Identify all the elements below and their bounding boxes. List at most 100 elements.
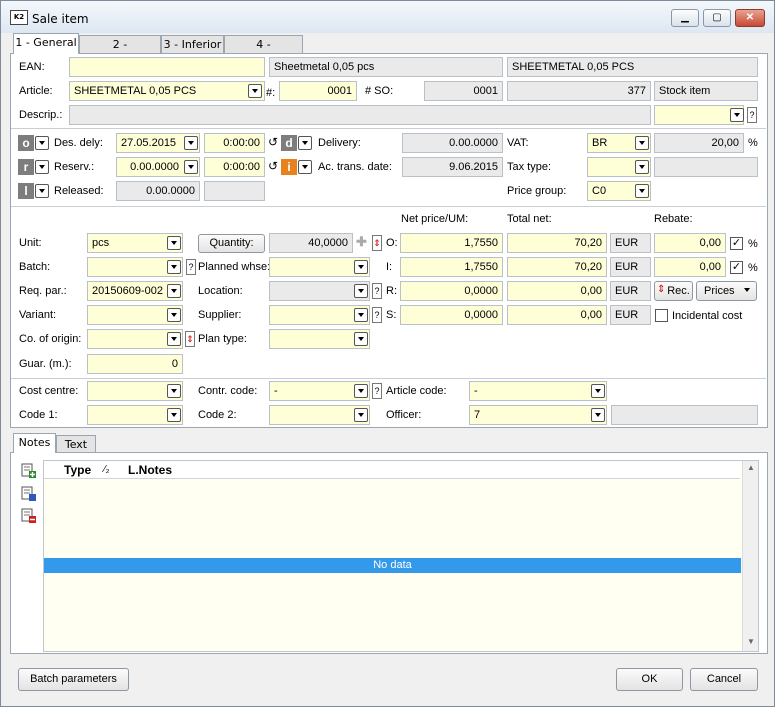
rebate-i-checkbox[interactable]: ✓ <box>730 261 743 274</box>
plan-type-label: Plan type: <box>198 333 247 345</box>
i-square-icon[interactable]: i <box>281 159 297 175</box>
rebate-o-input[interactable]: 0,00 <box>654 233 726 253</box>
des-dely-label: Des. dely: <box>54 137 103 149</box>
net-price-r-input[interactable]: 0,0000 <box>400 281 503 301</box>
cost-centre-dropdown-icon[interactable] <box>167 384 181 398</box>
variant-label: Variant: <box>19 309 57 321</box>
rebate-i-input[interactable]: 0,00 <box>654 257 726 277</box>
app-icon: K2 <box>10 10 28 25</box>
delete-note-icon[interactable] <box>21 508 36 523</box>
total-net-o-input[interactable]: 70,20 <box>507 233 607 253</box>
r-dropdown-icon[interactable] <box>35 160 49 174</box>
prices-dropdown-icon[interactable] <box>741 284 755 298</box>
column-type[interactable]: Type <box>64 463 91 477</box>
plan-type-dropdown-icon[interactable] <box>354 332 368 346</box>
so-field: 0001 <box>424 81 503 101</box>
price-group-dropdown-icon[interactable] <box>635 184 649 198</box>
tab-parameters[interactable]: 2 - Parameters <box>79 35 161 69</box>
reserv-calendar-icon[interactable] <box>184 160 198 174</box>
scroll-down-icon[interactable]: ▼ <box>747 637 755 646</box>
variant-dropdown-icon[interactable] <box>167 308 181 322</box>
d-square-icon[interactable]: d <box>281 135 297 151</box>
req-par-dropdown-icon[interactable] <box>167 284 181 298</box>
quantity-button[interactable]: Quantity: <box>198 234 265 253</box>
total-net-s-input[interactable]: 0,00 <box>507 305 607 325</box>
batch-parameters-button[interactable]: Batch parameters <box>18 668 129 691</box>
d-dropdown-icon[interactable] <box>298 136 312 150</box>
net-price-s-input[interactable]: 0,0000 <box>400 305 503 325</box>
reset-icon[interactable]: ↺ <box>268 135 278 149</box>
add-note-icon[interactable] <box>21 463 36 478</box>
o-square-icon[interactable]: o <box>18 135 34 151</box>
help-icon[interactable]: ? <box>372 307 382 323</box>
minimize-button[interactable]: ▁ <box>671 9 699 27</box>
unit-dropdown-icon[interactable] <box>167 236 181 250</box>
article-code-select[interactable]: - <box>469 381 607 401</box>
reset-icon[interactable]: ↺ <box>268 159 278 173</box>
so-label: # SO: <box>365 85 394 97</box>
code2-dropdown-icon[interactable] <box>354 408 368 422</box>
planned-whse-dropdown-icon[interactable] <box>354 260 368 274</box>
column-lnotes[interactable]: L.Notes <box>128 463 172 477</box>
tax-type-field <box>654 157 758 177</box>
total-net-r-input[interactable]: 0,00 <box>507 281 607 301</box>
sort-icon[interactable]: ⁄₂ <box>104 464 110 475</box>
reserv-time-input[interactable]: 0:00:00 <box>204 157 265 177</box>
ok-button[interactable]: OK <box>616 668 683 691</box>
tab-inferior[interactable]: 3 - Inferior <box>161 35 224 54</box>
des-dely-time-input[interactable]: 0:00:00 <box>204 133 265 153</box>
incidental-cost-checkbox[interactable] <box>655 309 668 322</box>
tab-general[interactable]: 1 - General <box>13 33 79 54</box>
help-icon[interactable]: ? <box>372 383 382 399</box>
maximize-button[interactable]: ▢ <box>703 9 731 27</box>
released-time-field <box>204 181 265 201</box>
l-square-icon[interactable]: l <box>18 183 34 199</box>
location-dropdown-icon[interactable] <box>354 284 368 298</box>
tax-type-dropdown-icon[interactable] <box>635 160 649 174</box>
article-input[interactable]: SHEETMETAL 0,05 PCS <box>69 81 265 101</box>
net-price-i-input[interactable]: 1,7550 <box>400 257 503 277</box>
help-icon[interactable]: ? <box>372 283 382 299</box>
article-code-label: Article code: <box>386 385 447 397</box>
article-dropdown-icon[interactable] <box>248 84 262 98</box>
supplier-label: Supplier: <box>198 309 242 321</box>
edit-note-icon[interactable] <box>21 486 36 501</box>
hash-input[interactable]: 0001 <box>279 81 357 101</box>
plus-icon[interactable]: ✚ <box>356 234 367 250</box>
des-dely-calendar-icon[interactable] <box>184 136 198 150</box>
cancel-button[interactable]: Cancel <box>690 668 758 691</box>
officer-dropdown-icon[interactable] <box>591 408 605 422</box>
ean-input[interactable] <box>69 57 265 77</box>
notes-grid[interactable]: Type ⁄₂ L.Notes No data ▲ ▼ <box>43 460 759 652</box>
help-icon[interactable]: ? <box>186 259 196 275</box>
batch-dropdown-icon[interactable] <box>167 260 181 274</box>
scroll-up-icon[interactable]: ▲ <box>747 463 755 472</box>
r-square-icon[interactable]: r <box>18 159 34 175</box>
rebate-o-checkbox[interactable]: ✓ <box>730 237 743 250</box>
up-down-icon[interactable]: ⇕ <box>185 331 195 347</box>
vat-dropdown-icon[interactable] <box>635 136 649 150</box>
tax-type-label: Tax type: <box>507 161 552 173</box>
origin-dropdown-icon[interactable] <box>167 332 181 346</box>
i-dropdown-icon[interactable] <box>298 160 312 174</box>
tab-notes[interactable]: Notes <box>13 433 56 453</box>
officer-select[interactable]: 7 <box>469 405 607 425</box>
currency-o: EUR <box>610 233 651 253</box>
supplier-dropdown-icon[interactable] <box>354 308 368 322</box>
contr-code-dropdown-icon[interactable] <box>354 384 368 398</box>
net-price-o-input[interactable]: 1,7550 <box>400 233 503 253</box>
tab-dimensions[interactable]: 4 - Dimensions <box>224 35 303 69</box>
tab-text[interactable]: Text <box>56 435 96 453</box>
vertical-scrollbar[interactable]: ▲ ▼ <box>742 461 758 651</box>
o-dropdown-icon[interactable] <box>35 136 49 150</box>
code1-dropdown-icon[interactable] <box>167 408 181 422</box>
l-dropdown-icon[interactable] <box>35 184 49 198</box>
descr-label: Descrip.: <box>19 109 63 121</box>
close-button[interactable]: ✕ <box>735 9 765 27</box>
descr-dropdown-icon[interactable] <box>730 108 744 122</box>
total-net-i-input[interactable]: 70,20 <box>507 257 607 277</box>
help-icon[interactable]: ? <box>747 107 757 123</box>
article-code-dropdown-icon[interactable] <box>591 384 605 398</box>
guar-input[interactable]: 0 <box>87 354 183 374</box>
up-down-icon[interactable]: ⇕ <box>372 235 382 251</box>
